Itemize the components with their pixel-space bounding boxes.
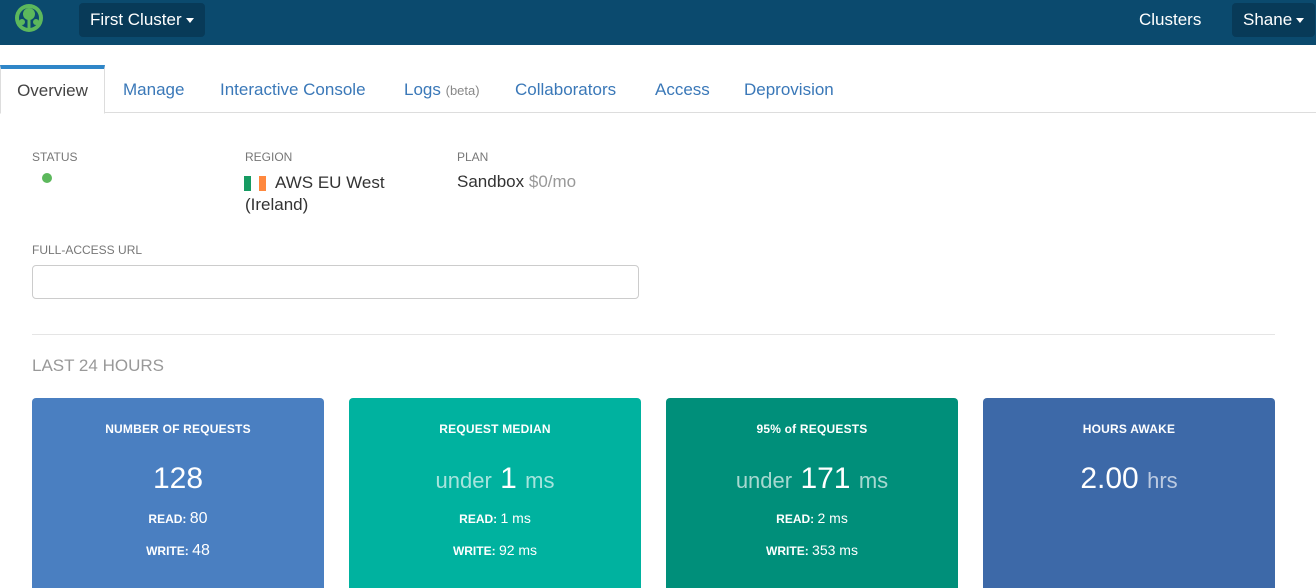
tab-bar: Overview Manage Interactive Console Logs… <box>0 65 1316 114</box>
write-value: 48 <box>192 542 210 559</box>
request-median-card: REQUEST MEDIAN under 1 ms READ: 1 ms WRI… <box>349 398 641 588</box>
card-prefix: under <box>735 468 793 493</box>
write-stat: WRITE: 353 ms <box>666 542 958 558</box>
plan-name: Sandbox <box>457 172 525 191</box>
cluster-name: First Cluster <box>90 10 182 29</box>
write-label: WRITE: <box>452 544 496 558</box>
write-label: WRITE: <box>146 544 189 558</box>
card-value: 2.00 <box>1080 462 1139 495</box>
chevron-down-icon <box>185 17 194 23</box>
read-label: READ: <box>148 512 187 526</box>
last-24-hours-heading: LAST 24 HOURS <box>32 356 164 375</box>
full-access-url-field[interactable] <box>32 265 639 299</box>
tab-access[interactable]: Access <box>655 65 710 113</box>
status-label: STATUS <box>32 150 78 164</box>
requests-card: NUMBER OF REQUESTS 128 READ: 80 WRITE: 4… <box>32 398 324 588</box>
chevron-down-icon <box>1296 17 1305 23</box>
tab-logs-label: Logs <box>404 80 441 99</box>
region-label: REGION <box>245 150 293 164</box>
read-stat: READ: 1 ms <box>349 510 641 526</box>
tab-deprovision[interactable]: Deprovision <box>744 65 834 113</box>
tab-interactive-console[interactable]: Interactive Console <box>220 65 366 113</box>
user-name: Shane <box>1243 10 1293 29</box>
write-label: WRITE: <box>766 544 809 558</box>
tab-collaborators[interactable]: Collaborators <box>515 65 616 113</box>
card-value-row: 2.00 hrs <box>983 462 1275 496</box>
read-value: 1 ms <box>500 510 531 526</box>
read-stat: READ: 80 <box>32 510 324 528</box>
tab-overview[interactable]: Overview <box>0 65 105 114</box>
card-unit: ms <box>525 468 555 493</box>
plan-value: Sandbox $0/mo <box>457 172 576 192</box>
read-value: 2 ms <box>817 510 848 526</box>
plan-label: PLAN <box>457 150 489 164</box>
read-stat: READ: 2 ms <box>666 510 958 526</box>
clusters-link[interactable]: Clusters <box>1139 10 1201 30</box>
card-title: 95% of REQUESTS <box>756 422 868 436</box>
card-unit: hrs <box>1147 468 1178 493</box>
section-divider <box>32 334 1275 335</box>
beta-badge: (beta) <box>445 83 480 98</box>
p95-requests-card: 95% of REQUESTS under 171 ms READ: 2 ms … <box>666 398 958 588</box>
card-value: 128 <box>152 462 204 495</box>
read-label: READ: <box>459 512 498 526</box>
write-stat: WRITE: 92 ms <box>349 542 641 558</box>
card-title: HOURS AWAKE <box>1082 422 1176 436</box>
card-value: 171 <box>800 462 851 495</box>
write-value: 353 ms <box>812 542 858 558</box>
status-indicator <box>42 173 52 183</box>
read-label: READ: <box>776 512 815 526</box>
read-value: 80 <box>189 510 208 527</box>
write-value: 92 ms <box>498 542 538 558</box>
plan-price: $0/mo <box>528 172 577 191</box>
full-access-url-label: FULL-ACCESS URL <box>32 243 143 257</box>
tab-manage[interactable]: Manage <box>123 65 184 113</box>
region-value: AWS EU West (Ireland) <box>245 173 385 214</box>
cluster-selector-button[interactable]: First Cluster <box>79 3 205 37</box>
card-value: 1 <box>500 462 517 495</box>
card-prefix: under <box>435 468 492 493</box>
write-stat: WRITE: 48 <box>32 542 324 560</box>
user-menu-button[interactable]: Shane <box>1232 3 1316 37</box>
tab-logs[interactable]: Logs (beta) <box>404 65 480 113</box>
card-title: NUMBER OF REQUESTS <box>105 422 251 436</box>
card-value-row: under 171 ms <box>666 462 958 496</box>
hours-awake-card: HOURS AWAKE 2.00 hrs <box>983 398 1275 588</box>
card-title: REQUEST MEDIAN <box>439 422 551 436</box>
top-navbar: First Cluster Clusters Shane <box>0 0 1316 45</box>
card-unit: ms <box>858 468 889 493</box>
tree-logo-icon[interactable] <box>12 2 46 36</box>
card-value-row: under 1 ms <box>349 462 641 496</box>
